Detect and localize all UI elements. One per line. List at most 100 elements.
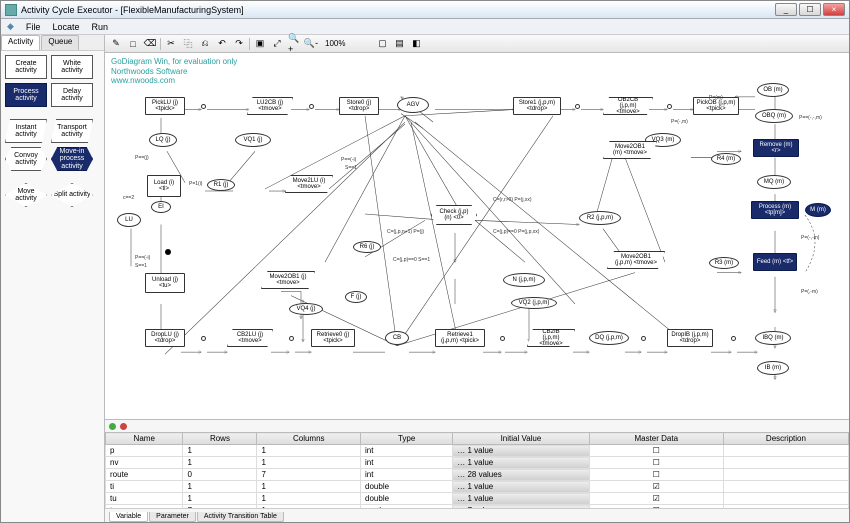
tool-view3-icon[interactable]: ◧ <box>409 37 423 51</box>
node-dq[interactable]: DQ (j,p,m) <box>589 331 629 345</box>
col-type[interactable]: Type <box>361 433 453 445</box>
variables-grid[interactable]: Name Rows Columns Type Initial Value Mas… <box>105 432 849 508</box>
node-store1[interactable]: Store1 (j,p,m) <tdrop> <box>513 97 561 115</box>
menu-locate[interactable]: Locate <box>52 22 79 32</box>
palette-white-activity[interactable]: White activity <box>51 55 93 79</box>
palette-process-activity[interactable]: Process activity <box>5 83 47 107</box>
node-process[interactable]: Process (m) <tp[m]> <box>751 201 799 219</box>
node-cb[interactable]: CB <box>385 331 409 345</box>
node-retrieve0[interactable]: Retrieve0 (j) <tpick> <box>311 329 355 347</box>
node-ei[interactable]: EI <box>151 201 171 213</box>
status-red-icon[interactable] <box>120 423 127 430</box>
zoom-level: 100% <box>321 39 349 48</box>
close-button[interactable]: × <box>823 3 845 16</box>
palette-transport-activity[interactable]: Transport activity <box>51 119 93 143</box>
bottom-tab-parameter[interactable]: Parameter <box>149 512 196 522</box>
tool-view1-icon[interactable]: ▢ <box>375 37 389 51</box>
node-remove[interactable]: Remove (m) <r> <box>753 139 799 157</box>
minimize-button[interactable]: _ <box>775 3 797 16</box>
node-m[interactable]: M (m) <box>805 203 831 217</box>
node-agv[interactable]: AGV <box>397 97 429 113</box>
node-load[interactable]: Load (i) <tl> <box>147 175 181 197</box>
node-vq2[interactable]: VQ2 (j,p,m) <box>511 297 557 309</box>
tool-undo-icon[interactable]: ↶ <box>215 37 229 51</box>
tab-queue[interactable]: Queue <box>41 35 79 50</box>
tool-zoomin-icon[interactable]: 🔍+ <box>287 37 301 51</box>
col-desc[interactable]: Description <box>723 433 848 445</box>
palette-delay-activity[interactable]: Delay activity <box>51 83 93 107</box>
node-droplu[interactable]: DropLU (j) <tdrop> <box>145 329 185 347</box>
app-menu-icon[interactable]: ◆ <box>7 21 14 32</box>
col-columns[interactable]: Columns <box>257 433 361 445</box>
node-n[interactable]: N (j,p,m) <box>503 273 545 287</box>
col-rows[interactable]: Rows <box>183 433 257 445</box>
menu-run[interactable]: Run <box>91 22 108 32</box>
node-check[interactable]: Check (j,p) (n) <0> <box>431 205 477 225</box>
node-move2ob1m[interactable]: Move2OB1 (m) <tmove> <box>603 141 657 159</box>
node-f[interactable]: F (j) <box>345 291 367 303</box>
palette-convoy-activity[interactable]: Convoy activity <box>5 147 47 171</box>
diagram-canvas[interactable]: GoDiagram Win, for evaluation only North… <box>105 53 849 420</box>
node-feed[interactable]: Feed (m) <tf> <box>753 253 797 271</box>
palette-instant-activity[interactable]: Instant activity <box>5 119 47 143</box>
node-obq[interactable]: OBQ (m) <box>755 109 793 123</box>
node-move2ob1j[interactable]: Move2OB1 (j) <tmove> <box>261 271 315 289</box>
table-row[interactable]: tu11double… 1 value☑ <box>106 493 849 505</box>
node-ibq[interactable]: IBQ (m) <box>755 331 791 345</box>
tool-rect-icon[interactable]: □ <box>126 37 140 51</box>
palette-move-activity[interactable]: Move activity <box>5 183 47 207</box>
tool-expand-icon[interactable]: ⤢ <box>270 37 284 51</box>
node-vq4[interactable]: VQ4 (j) <box>289 303 323 315</box>
col-name[interactable]: Name <box>106 433 183 445</box>
node-r6[interactable]: R6 (j) <box>353 241 381 253</box>
node-picklu[interactable]: PickLU (j) <tpick> <box>145 97 185 115</box>
node-retrieve1[interactable]: Retrieve1 (j,p,m) <tpick> <box>435 329 485 347</box>
node-lu2cb[interactable]: LU2CB (j) <tmove> <box>247 97 293 115</box>
palette-create-activity[interactable]: Create activity <box>5 55 47 79</box>
junction-dot <box>165 249 171 255</box>
node-move2lu[interactable]: Move2LU (i) <tmove> <box>285 175 333 193</box>
node-r3[interactable]: R3 (m) <box>709 257 739 269</box>
tool-cut-icon[interactable]: ✂ <box>164 37 178 51</box>
node-ob2cb[interactable]: OB2CB (j,p,m) <tmove> <box>603 97 653 115</box>
node-lu[interactable]: LU <box>117 213 141 227</box>
node-r4[interactable]: R4 (m) <box>711 153 741 165</box>
tool-zoomout-icon[interactable]: 🔍- <box>304 37 318 51</box>
node-cb2lu[interactable]: CB2LU (j) <tmove> <box>227 329 273 347</box>
node-lq[interactable]: LQ (j) <box>149 133 177 147</box>
tool-delete-icon[interactable]: ⌫ <box>143 37 157 51</box>
col-master[interactable]: Master Data <box>589 433 723 445</box>
maximize-button[interactable]: ☐ <box>799 3 821 16</box>
menu-file[interactable]: File <box>26 22 41 32</box>
palette-split-activity[interactable]: Split activity <box>51 183 93 207</box>
edge-label: P=(-,-m) <box>801 235 819 241</box>
tool-copy-icon[interactable]: ⿻ <box>181 37 195 51</box>
table-row[interactable]: ti11double… 1 value☑ <box>106 481 849 493</box>
palette-movein-activity[interactable]: Move-in process activity <box>51 147 93 171</box>
node-dropib[interactable]: DropIB (j,p,m) <tdrop> <box>667 329 713 347</box>
table-row[interactable]: p11int… 1 value☐ <box>106 445 849 457</box>
node-ib[interactable]: IB (m) <box>757 361 789 375</box>
node-cb2ib[interactable]: CB2IB (j,p,m) <tmove> <box>527 329 575 347</box>
node-move2ob1jpm[interactable]: Move2OB1 (j,p,m) <tmove> <box>607 251 665 269</box>
tool-redo-icon[interactable]: ↷ <box>232 37 246 51</box>
node-ob[interactable]: OB (m) <box>757 83 789 97</box>
tab-activity[interactable]: Activity <box>1 35 40 50</box>
status-green-icon[interactable] <box>109 423 116 430</box>
node-unload[interactable]: Unload (j) <tu> <box>145 273 185 293</box>
node-store0[interactable]: Store0 (j) <tdrop> <box>339 97 379 115</box>
table-row[interactable]: nv11int… 1 value☐ <box>106 457 849 469</box>
table-row[interactable]: route07int… 28 values☐ <box>106 469 849 481</box>
tool-view2-icon[interactable]: ▤ <box>392 37 406 51</box>
node-mq[interactable]: MQ (m) <box>757 175 791 189</box>
node-r2[interactable]: R2 (j,p,m) <box>579 211 621 225</box>
node-r1[interactable]: R1 (j) <box>207 179 235 191</box>
tool-fit-icon[interactable]: ▣ <box>253 37 267 51</box>
bottom-tab-variable[interactable]: Variable <box>109 512 148 522</box>
col-initial[interactable]: Initial Value <box>453 433 589 445</box>
bottom-tab-att[interactable]: Activity Transition Table <box>197 512 284 522</box>
tool-pencil-icon[interactable]: ✎ <box>109 37 123 51</box>
port <box>500 336 505 341</box>
node-vq1[interactable]: VQ1 (j) <box>235 133 271 147</box>
tool-paste-icon[interactable]: ⎌ <box>198 37 212 51</box>
